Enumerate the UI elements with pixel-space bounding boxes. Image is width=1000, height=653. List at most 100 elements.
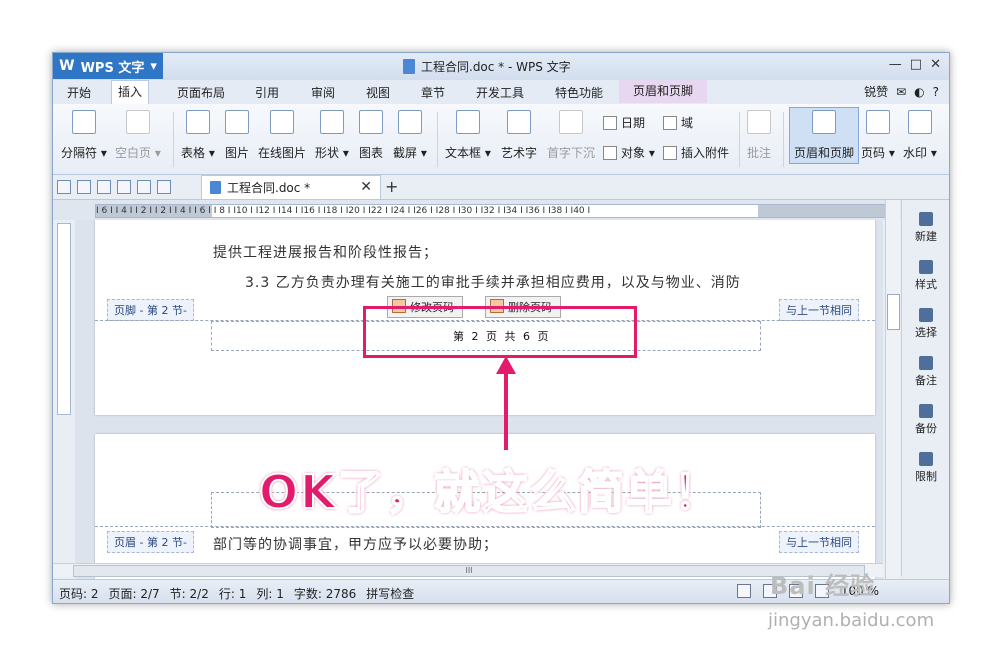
object-button[interactable]: 对象 ▾ xyxy=(603,144,655,161)
new-label: 新建 xyxy=(915,230,937,243)
quick-access-bar: 工程合同.doc * ✕ + xyxy=(53,175,949,200)
ruler-margin-right xyxy=(758,205,886,217)
field-button[interactable]: 域 xyxy=(663,114,693,131)
new-tab-button[interactable]: + xyxy=(385,177,398,196)
insert-attachment-button[interactable]: 插入附件 xyxy=(663,144,729,161)
horizontal-ruler[interactable]: I 6 I I 4 I I 2 I I 2 I I 4 I I 6 I I 8 … xyxy=(95,204,887,218)
online-picture-button[interactable]: 在线图片 xyxy=(258,110,306,161)
body-line[interactable]: 3.3 乙方负责办理有关施工的审批手续并承担相应费用，以及与物业、消防 xyxy=(245,272,741,292)
select-pane-item[interactable]: 选择 xyxy=(902,308,949,340)
document-tab[interactable]: 工程合同.doc * ✕ xyxy=(201,175,381,199)
ribbon-toolbar: 分隔符 ▾ 空白页 ▾ 表格 ▾ 图片 在线图片 形状 ▾ 图表 截屏 ▾ 文本… xyxy=(53,104,949,175)
scrollbar-thumb[interactable] xyxy=(887,294,900,330)
textbox-button[interactable]: 文本框 ▾ xyxy=(445,110,491,161)
note-pane-item[interactable]: 备注 xyxy=(902,356,949,388)
shapes-button[interactable]: 形状 ▾ xyxy=(315,110,349,161)
horizontal-scrollbar[interactable]: III xyxy=(53,563,883,577)
minimize-button[interactable]: — xyxy=(889,57,902,72)
style-pane-item[interactable]: 样式 xyxy=(902,260,949,292)
document-tab-title: 工程合同.doc * xyxy=(227,181,311,195)
tab-chapter[interactable]: 章节 xyxy=(415,84,451,101)
separator-button[interactable]: 分隔符 ▾ xyxy=(61,110,107,161)
save-icon[interactable] xyxy=(77,180,91,194)
vertical-ruler[interactable] xyxy=(57,223,71,415)
shapes-label: 形状 ▾ xyxy=(315,146,349,160)
select-icon xyxy=(919,308,933,322)
watermark-label: 水印 ▾ xyxy=(903,146,937,160)
tab-page-layout[interactable]: 页面布局 xyxy=(171,84,231,101)
status-section: 节: 2/2 xyxy=(169,587,209,601)
comment-button[interactable]: 批注 xyxy=(747,110,771,161)
header-footer-button[interactable]: 页眉和页脚 xyxy=(789,107,860,164)
page-number-label: 页码 ▾ xyxy=(861,146,895,160)
tab-developer[interactable]: 开发工具 xyxy=(470,84,530,101)
table-button[interactable]: 表格 ▾ xyxy=(181,110,215,161)
redo-icon[interactable] xyxy=(157,180,171,194)
note-label: 备注 xyxy=(915,374,937,387)
close-button[interactable]: ✕ xyxy=(930,57,941,72)
page-number-button[interactable]: 页码 ▾ xyxy=(861,110,895,161)
textbox-icon xyxy=(455,110,480,134)
online-picture-icon xyxy=(270,110,294,134)
footer-section-tag: 页脚 - 第 2 节- xyxy=(107,299,194,321)
blank-page-button[interactable]: 空白页 ▾ xyxy=(115,110,161,161)
skin-icon[interactable]: ◐ xyxy=(914,85,924,99)
online-picture-label: 在线图片 xyxy=(258,146,307,160)
chart-button[interactable]: 图表 xyxy=(359,110,383,161)
app-menu-button[interactable]: W WPS 文字 ▾ xyxy=(53,53,163,79)
drop-cap-label: 首字下沉 xyxy=(547,146,596,160)
screenshot-icon xyxy=(397,110,422,134)
print-preview-icon[interactable] xyxy=(117,180,131,194)
wordart-button[interactable]: 艺术字 xyxy=(501,110,537,161)
new-pane-item[interactable]: 新建 xyxy=(902,212,949,244)
tab-references[interactable]: 引用 xyxy=(249,84,285,101)
close-tab-icon[interactable]: ✕ xyxy=(360,179,372,195)
tab-home[interactable]: 开始 xyxy=(61,84,97,101)
picture-label: 图片 xyxy=(225,146,250,160)
window-title-text: 工程合同.doc * - WPS 文字 xyxy=(421,60,571,74)
body-line[interactable]: 部门等的协调事宜，甲方应予以必要协助； xyxy=(213,534,498,554)
app-name: WPS 文字 xyxy=(80,60,145,76)
status-row: 行: 1 xyxy=(218,587,247,601)
document-icon xyxy=(403,59,415,74)
page-2: 提供工程进展报告和阶段性报告； 3.3 乙方负责办理有关施工的审批手续并承担相应… xyxy=(95,220,875,415)
vertical-scrollbar[interactable] xyxy=(885,200,900,596)
backup-pane-item[interactable]: 备份 xyxy=(902,404,949,436)
table-label: 表格 ▾ xyxy=(181,146,215,160)
comment-icon xyxy=(747,110,771,134)
lock-icon xyxy=(919,452,933,466)
hscroll-thumb[interactable]: III xyxy=(73,565,865,577)
tab-features[interactable]: 特色功能 xyxy=(549,84,609,101)
maximize-button[interactable]: □ xyxy=(910,57,922,72)
ribbon-divider xyxy=(173,112,174,167)
help-button[interactable]: ? xyxy=(933,85,939,99)
drop-cap-button[interactable]: 首字下沉 xyxy=(547,110,595,161)
menu-bar: 开始 插入 页面布局 引用 审阅 视图 章节 开发工具 特色功能 页眉和页脚 锐… xyxy=(53,80,949,105)
tab-view[interactable]: 视图 xyxy=(360,84,396,101)
document-canvas: 提供工程进展报告和阶段性报告； 3.3 乙方负责办理有关施工的审批手续并承担相应… xyxy=(75,220,883,596)
status-words[interactable]: 字数: 2786 xyxy=(294,585,356,602)
blank-page-icon xyxy=(125,110,150,134)
tab-review[interactable]: 审阅 xyxy=(305,84,341,101)
picture-button[interactable]: 图片 xyxy=(225,110,249,161)
mail-icon[interactable]: ✉ xyxy=(896,85,906,99)
tab-insert[interactable]: 插入 xyxy=(111,80,150,104)
status-page[interactable]: 页面: 2/7 xyxy=(109,585,160,602)
date-button[interactable]: 日期 xyxy=(603,114,645,131)
spell-check-toggle[interactable]: 拼写检查 xyxy=(366,585,414,602)
ruizan-link[interactable]: 锐赞 xyxy=(864,83,888,100)
print-icon[interactable] xyxy=(97,180,111,194)
header-footer-icon xyxy=(812,110,836,134)
body-line[interactable]: 提供工程进展报告和阶段性报告； xyxy=(213,242,438,262)
same-as-previous-tag: 与上一节相同 xyxy=(779,531,859,553)
ribbon-divider xyxy=(437,112,438,167)
fullscreen-icon[interactable] xyxy=(736,584,751,598)
field-label: 域 xyxy=(681,116,694,130)
screenshot-button[interactable]: 截屏 ▾ xyxy=(393,110,427,161)
open-folder-icon[interactable] xyxy=(57,180,71,194)
tab-header-footer[interactable]: 页眉和页脚 xyxy=(619,80,708,103)
watermark-button[interactable]: 水印 ▾ xyxy=(903,110,937,161)
undo-icon[interactable] xyxy=(137,180,151,194)
restrict-pane-item[interactable]: 限制 xyxy=(902,452,949,484)
page-number-icon xyxy=(865,110,890,134)
